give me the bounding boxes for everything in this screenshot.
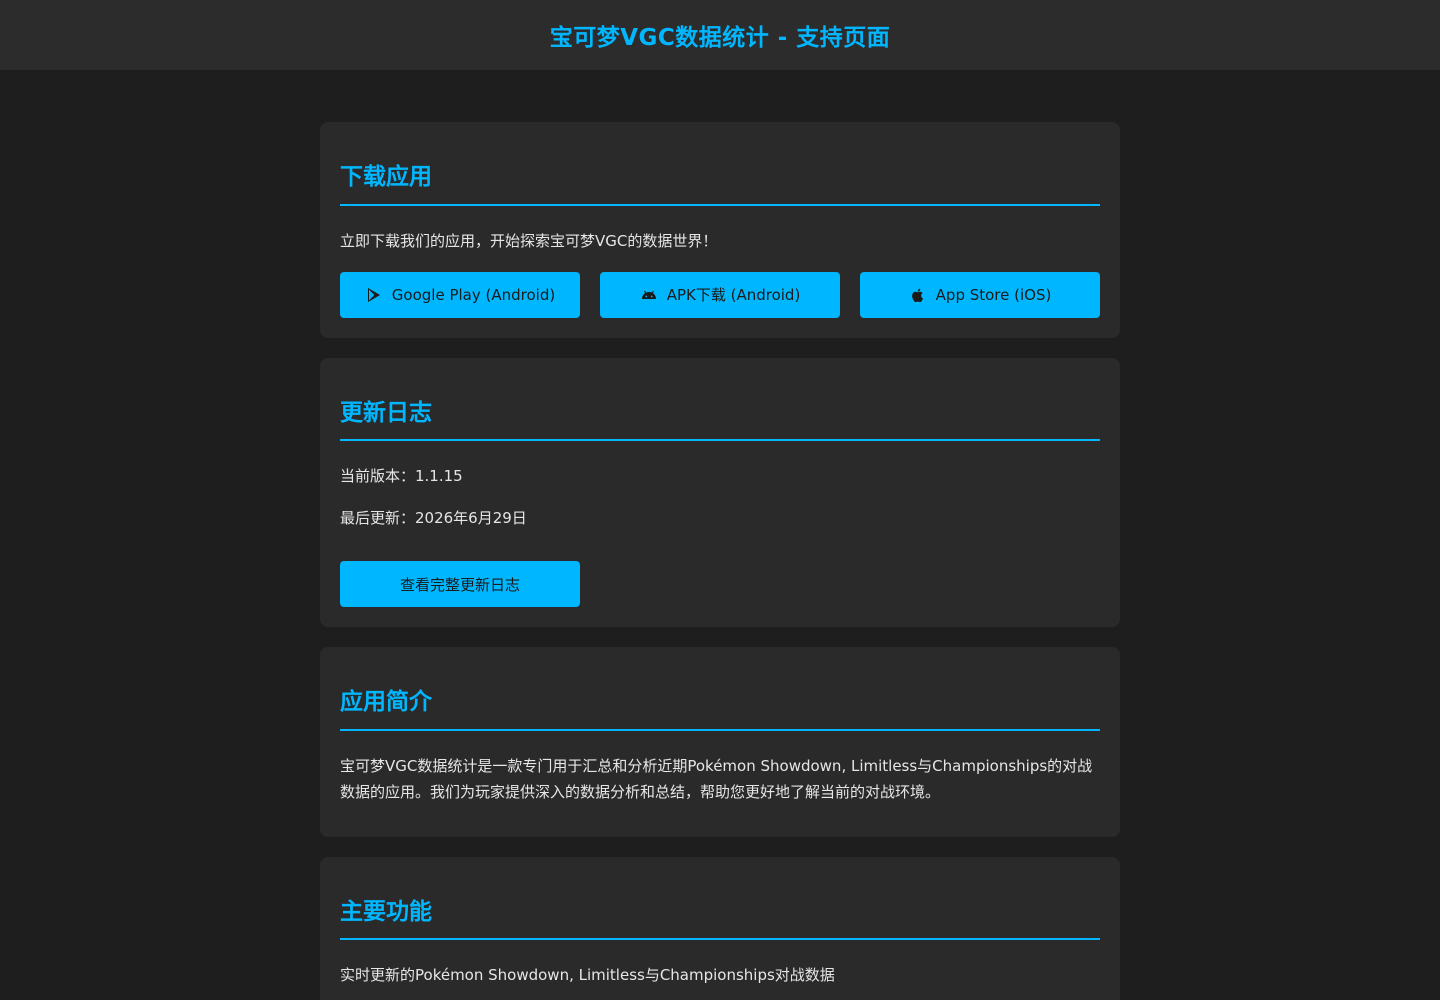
download-card: 下载应用 立即下载我们的应用，开始探索宝可梦VGC的数据世界！ Google P…	[320, 122, 1120, 338]
google-play-icon	[365, 286, 383, 304]
apk-download-label: APK下载 (Android)	[666, 286, 801, 305]
download-buttons: Google Play (Android) APK下载 (Android) Ap…	[340, 271, 1100, 318]
app-store-label: App Store (iOS)	[935, 285, 1052, 304]
view-full-changelog-button[interactable]: 查看完整更新日志	[340, 561, 580, 608]
intro-card: 应用简介 宝可梦VGC数据统计是一款专门用于汇总和分析近期Pokémon Sho…	[320, 647, 1120, 837]
apk-download-button[interactable]: APK下载 (Android)	[600, 271, 840, 318]
page-header: 宝可梦VGC数据统计 - 支持页面	[0, 0, 1440, 70]
changelog-heading: 更新日志	[340, 400, 1100, 442]
intro-text: 宝可梦VGC数据统计是一款专门用于汇总和分析近期Pokémon Showdown…	[340, 756, 1093, 801]
main-content: 下载应用 立即下载我们的应用，开始探索宝可梦VGC的数据世界！ Google P…	[320, 122, 1120, 1000]
android-icon	[640, 286, 658, 304]
features-card: 主要功能 实时更新的Pokémon Showdown, Limitless与Ch…	[320, 856, 1120, 1000]
features-heading: 主要功能	[340, 899, 1100, 941]
last-updated: 最后更新：2026年6月29日	[340, 509, 527, 528]
feature-item: 实时更新的Pokémon Showdown, Limitless与Champio…	[340, 966, 835, 985]
changelog-card: 更新日志 当前版本：1.1.15 最后更新：2026年6月29日 查看完整更新日…	[320, 357, 1120, 628]
page-title: 宝可梦VGC数据统计 - 支持页面	[549, 25, 891, 51]
app-store-button[interactable]: App Store (iOS)	[860, 271, 1100, 318]
download-heading: 下载应用	[340, 164, 1100, 206]
google-play-label: Google Play (Android)	[391, 285, 556, 304]
apple-icon	[909, 286, 927, 304]
google-play-button[interactable]: Google Play (Android)	[340, 271, 580, 318]
intro-heading: 应用简介	[340, 689, 1100, 731]
current-version: 当前版本：1.1.15	[340, 467, 463, 486]
download-text: 立即下载我们的应用，开始探索宝可梦VGC的数据世界！	[340, 231, 718, 250]
